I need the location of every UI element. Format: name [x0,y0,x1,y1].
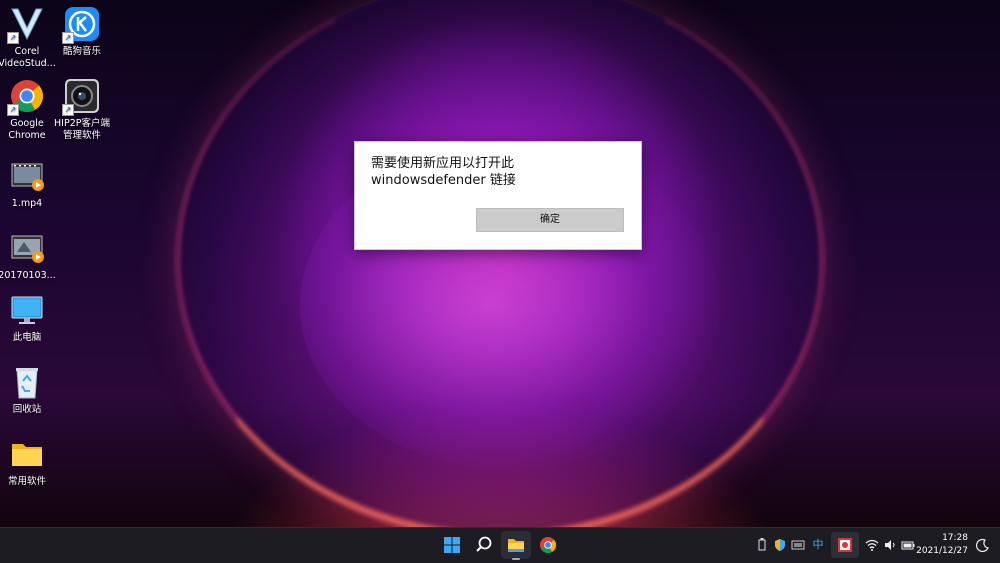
search-icon [476,536,492,552]
desktop-icon-label: 管理软件 [62,130,101,141]
desktop-icon-mp4[interactable]: 1.mp4 [0,158,59,210]
chrome-icon [540,537,556,553]
ime-indicator[interactable]: 中 [811,538,825,552]
chrome-icon: ↗ [7,78,45,116]
file-explorer-icon [508,539,524,552]
shortcut-arrow-icon: ↗ [62,104,74,116]
desktop-icon-label: 此电脑 [12,332,42,343]
desktop-icon-label: 1.mp4 [11,198,43,209]
video-file-icon [9,230,45,266]
wallpaper-bloom-edge [176,0,824,527]
device-icon[interactable] [791,538,805,552]
clock-date[interactable]: 2021/12/27 [908,546,968,556]
desktop-icon-label: 常用软件 [7,476,46,487]
monitor-icon [9,292,45,328]
desktop-icon-label: VideoStud... [0,58,56,69]
open-with-dialog: 需要使用新应用以打开此 windowsdefender 链接 确定 [354,141,642,250]
desktop-icon-label: 20170103... [0,270,56,281]
record-app-icon [838,538,852,552]
defender-shield-icon[interactable] [773,538,787,552]
folder-icon [9,436,45,472]
recycle-bin-icon [9,364,45,400]
desktop-icon-label: 回收站 [12,404,42,415]
dialog-message: 需要使用新应用以打开此 windowsdefender 链接 [371,156,516,188]
desktop-icon-hip2p[interactable]: ↗ HIP2P客户端 管理软件 [50,78,114,142]
desktop-icon-folder[interactable]: 常用软件 [0,436,59,488]
ok-button[interactable]: 确定 [476,208,624,232]
hip2p-camera-icon: ↗ [62,78,100,116]
chrome-taskbar-button[interactable] [533,531,563,559]
desktop-icon-recycle-bin[interactable]: 回收站 [0,364,59,416]
desktop-icon-label: 酷狗音乐 [62,46,101,57]
notification-moon-icon[interactable] [975,538,990,553]
volume-icon[interactable] [883,538,897,552]
shortcut-arrow-icon: ↗ [7,32,19,44]
clock-time[interactable]: 17:28 [908,533,968,543]
desktop-icon-label: HIP2P客户端 [54,118,110,129]
taskbar: 中 17:28 2021/12/27 [0,527,1000,563]
wifi-icon[interactable] [865,538,879,552]
desktop: ↗ Corel VideoStud... ↗ Google Chrome 1.m… [0,0,1000,527]
shortcut-arrow-icon: ↗ [7,104,19,116]
kugou-music-icon: ↗ [62,6,100,44]
shortcut-arrow-icon: ↗ [62,32,74,44]
desktop-icon-kugou[interactable]: ↗ 酷狗音乐 [50,6,114,58]
desktop-icon-video2[interactable]: 20170103... [0,230,59,282]
start-button[interactable] [437,531,467,559]
corel-videostudio-icon: ↗ [7,6,45,44]
video-file-icon [9,158,45,194]
file-explorer-button[interactable] [501,531,531,560]
desktop-icon-this-pc[interactable]: 此电脑 [0,292,59,344]
search-button[interactable] [469,531,499,559]
start-icon [444,537,460,553]
tray-app-button[interactable] [831,532,859,558]
usb-icon[interactable] [755,538,769,552]
running-indicator [512,558,520,560]
